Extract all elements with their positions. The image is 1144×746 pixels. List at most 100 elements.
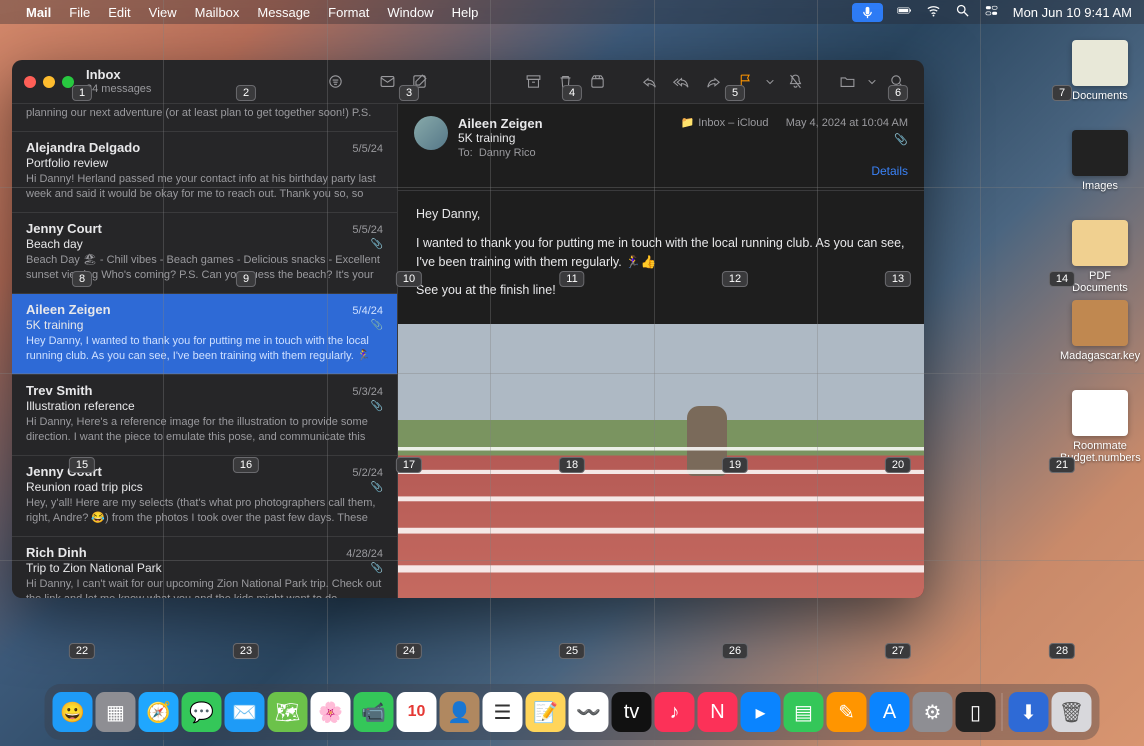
menubar-clock[interactable]: Mon Jun 10 9:41 AM (1013, 5, 1132, 20)
dock-freeform[interactable]: 〰️ (569, 692, 609, 732)
list-sender: Aileen Zeigen (26, 302, 111, 317)
message-list-item[interactable]: Aileen Zeigen5/4/245K training📎Hey Danny… (12, 294, 397, 375)
list-subject: Portfolio review (26, 156, 108, 170)
mic-status-icon[interactable] (852, 3, 883, 22)
menu-help[interactable]: Help (452, 5, 479, 20)
dock-launchpad[interactable]: ▦ (96, 692, 136, 732)
dock-mail[interactable]: ✉️ (225, 692, 265, 732)
menu-file[interactable]: File (69, 5, 90, 20)
desktop-thumb-icon (1072, 40, 1128, 86)
dock-pages[interactable]: ✎ (827, 692, 867, 732)
message-list-item[interactable]: Jenny Court5/2/24Reunion road trip pics📎… (12, 456, 397, 537)
list-preview: Hi Danny, Here's a reference image for t… (26, 415, 383, 445)
archive-button[interactable] (518, 69, 548, 95)
dock-notes[interactable]: 📝 (526, 692, 566, 732)
reader-from: Aileen Zeigen (458, 116, 670, 131)
message-list-item[interactable]: Jenny Court5/5/24Beach day📎Beach Day 🏖 -… (12, 213, 397, 294)
message-list[interactable]: planning our next adventure (or at least… (12, 104, 398, 598)
desktop-item-folder-pdf[interactable]: PDF Documents (1060, 220, 1140, 294)
junk-button[interactable] (582, 69, 612, 95)
menu-window[interactable]: Window (387, 5, 433, 20)
dock-music[interactable]: ♪ (655, 692, 695, 732)
mute-button[interactable] (780, 69, 810, 95)
desktop-item-folder-docs[interactable]: Documents (1060, 40, 1140, 102)
move-menu-button[interactable] (864, 69, 880, 95)
app-menu[interactable]: Mail (26, 5, 51, 20)
list-preview: Hey, y'all! Here are my selects (that's … (26, 496, 383, 526)
flag-menu-button[interactable] (762, 69, 778, 95)
message-list-item[interactable]: Rich Dinh4/28/24Trip to Zion National Pa… (12, 537, 397, 598)
menu-view[interactable]: View (149, 5, 177, 20)
delete-button[interactable] (550, 69, 580, 95)
list-date: 4/28/24 (346, 548, 383, 560)
filter-button[interactable] (320, 69, 350, 95)
menu-edit[interactable]: Edit (108, 5, 130, 20)
desktop-item-numbers[interactable]: Roommate Budget.numbers (1060, 390, 1140, 464)
dock-messages[interactable]: 💬 (182, 692, 222, 732)
battery-icon[interactable] (897, 3, 912, 21)
dock-maps[interactable]: 🗺 (268, 692, 308, 732)
list-date: 5/5/24 (352, 143, 383, 155)
window-close-button[interactable] (24, 76, 36, 88)
dock-facetime[interactable]: 📹 (354, 692, 394, 732)
window-zoom-button[interactable] (62, 76, 74, 88)
desktop-item-folder-images[interactable]: Images (1060, 130, 1140, 192)
dock-news[interactable]: N (698, 692, 738, 732)
mail-titlebar: Inbox 34 messages (12, 60, 924, 104)
sender-avatar (414, 116, 448, 150)
dock-iphone-mirror[interactable]: ▯ (956, 692, 996, 732)
flag-button[interactable] (730, 69, 760, 95)
list-subject: Reunion road trip pics (26, 480, 143, 494)
reply-button[interactable] (634, 69, 664, 95)
dock-numbers[interactable]: ▤ (784, 692, 824, 732)
dock-trash[interactable]: 🗑 (1052, 692, 1092, 732)
desktop-label: Roommate Budget.numbers (1060, 440, 1140, 464)
message-list-item[interactable]: Trev Smith5/3/24Illustration reference📎H… (12, 375, 397, 456)
forward-button[interactable] (698, 69, 728, 95)
message-list-item[interactable]: Alejandra Delgado5/5/24Portfolio reviewH… (12, 132, 397, 213)
dock-contacts[interactable]: 👤 (440, 692, 480, 732)
dock-calendar[interactable]: 10 (397, 692, 437, 732)
reader-to: Danny Rico (479, 147, 536, 159)
list-date: 5/3/24 (352, 386, 383, 398)
list-preview: Hey Danny, I wanted to thank you for put… (26, 334, 383, 364)
dock-reminders[interactable]: ☰ (483, 692, 523, 732)
reader-attachment-image[interactable] (398, 324, 924, 598)
list-preview: planning our next adventure (or at least… (26, 106, 383, 121)
wifi-icon[interactable] (926, 3, 941, 21)
reader-paragraph: Hey Danny, (416, 205, 906, 224)
spotlight-icon[interactable] (955, 3, 970, 21)
dock-settings[interactable]: ⚙︎ (913, 692, 953, 732)
list-subject: Trip to Zion National Park (26, 561, 162, 575)
menu-mailbox[interactable]: Mailbox (195, 5, 240, 20)
move-button[interactable] (832, 69, 862, 95)
folder-icon: 📁 (680, 116, 694, 129)
message-list-item[interactable]: planning our next adventure (or at least… (12, 106, 397, 132)
dock-appstore[interactable]: A (870, 692, 910, 732)
dock-downloads[interactable]: ⬇︎ (1009, 692, 1049, 732)
control-center-icon[interactable] (984, 3, 999, 21)
window-minimize-button[interactable] (43, 76, 55, 88)
dock-photos[interactable]: 🌸 (311, 692, 351, 732)
search-button[interactable] (882, 69, 912, 95)
desktop-item-keynote[interactable]: Madagascar.key (1060, 300, 1140, 362)
menu-message[interactable]: Message (257, 5, 310, 20)
grid-badge: 27 (885, 643, 911, 659)
dock-safari[interactable]: 🧭 (139, 692, 179, 732)
new-message-button[interactable] (404, 69, 434, 95)
menubar: Mail File Edit View Mailbox Message Form… (0, 0, 1144, 24)
details-button[interactable]: Details (680, 164, 908, 178)
desktop-thumb-icon (1072, 130, 1128, 176)
list-subject: Illustration reference (26, 399, 135, 413)
dock: 😀▦🧭💬✉️🗺🌸📹10👤☰📝〰️tv♪N▸▤✎A⚙︎▯ ⬇︎🗑 (45, 684, 1100, 740)
desktop-label: Madagascar.key (1060, 350, 1140, 362)
dock-keynote[interactable]: ▸ (741, 692, 781, 732)
reply-all-button[interactable] (666, 69, 696, 95)
dock-tv[interactable]: tv (612, 692, 652, 732)
desktop-label: PDF Documents (1060, 270, 1140, 294)
desktop-thumb-icon (1072, 220, 1128, 266)
list-preview: Hi Danny! Herland passed me your contact… (26, 172, 383, 202)
menu-format[interactable]: Format (328, 5, 369, 20)
compose-button[interactable] (372, 69, 402, 95)
dock-finder[interactable]: 😀 (53, 692, 93, 732)
